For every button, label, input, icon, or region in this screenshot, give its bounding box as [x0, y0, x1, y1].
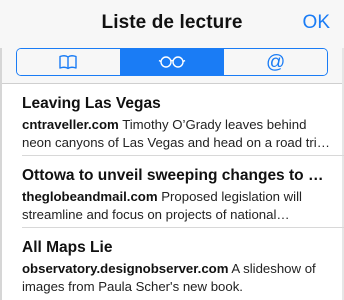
tab-reading-list[interactable] — [119, 49, 224, 75]
list-item[interactable]: Ottowa to unveil sweeping changes to env… — [0, 156, 344, 228]
navigation-bar: Liste de lecture OK — [0, 0, 344, 48]
glasses-icon — [158, 56, 186, 68]
item-description: observatory.designobserver.com A slidesh… — [22, 260, 332, 296]
item-domain: observatory.designobserver.com — [22, 261, 229, 276]
reading-list: Leaving Las Vegas cntraveller.com Timoth… — [0, 84, 344, 300]
reading-list-panel: Liste de lecture OK @ Leaving Las Vegas … — [0, 0, 344, 300]
item-title: All Maps Lie — [22, 239, 113, 256]
segmented-control: @ — [16, 48, 328, 76]
item-title: Leaving Las Vegas — [22, 95, 161, 112]
ok-button[interactable]: OK — [303, 12, 330, 34]
item-title: Ottowa to unveil sweeping changes to env… — [22, 167, 332, 184]
book-icon — [59, 55, 78, 70]
at-icon: @ — [266, 51, 286, 73]
item-domain: cntraveller.com — [22, 117, 119, 132]
item-description: theglobeandmail.com Proposed legislation… — [22, 188, 332, 224]
item-description: cntraveller.com Timothy O’Grady leaves b… — [22, 116, 332, 152]
segment-bar: @ — [0, 48, 344, 84]
page-title: Liste de lecture — [101, 12, 243, 33]
tab-shared-links[interactable]: @ — [223, 49, 327, 75]
list-item[interactable]: Leaving Las Vegas cntraveller.com Timoth… — [0, 84, 344, 156]
tab-bookmarks[interactable] — [17, 49, 120, 75]
item-domain: theglobeandmail.com — [22, 189, 158, 204]
list-item[interactable]: All Maps Lie observatory.designobserver.… — [0, 228, 344, 300]
